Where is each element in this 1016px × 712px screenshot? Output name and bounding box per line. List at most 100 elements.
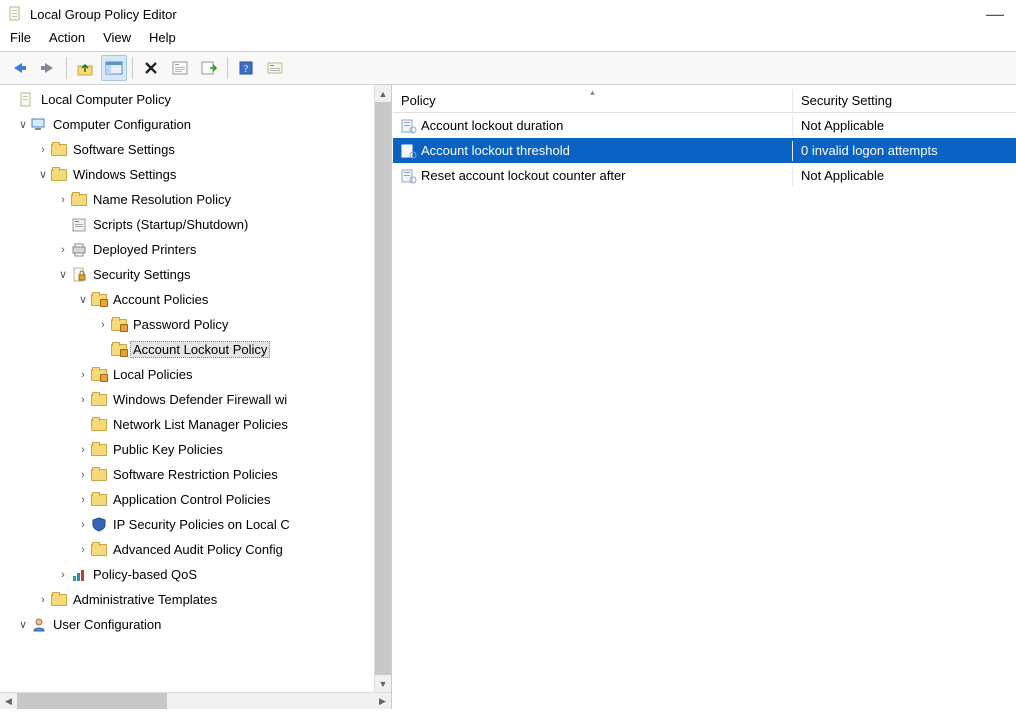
- tree-node-network-list[interactable]: Network List Manager Policies: [0, 412, 374, 437]
- collapse-icon[interactable]: ∨: [36, 168, 50, 181]
- show-hide-tree-button[interactable]: [101, 55, 127, 81]
- computer-icon: [30, 117, 48, 133]
- scroll-track[interactable]: [17, 693, 374, 709]
- tree-node-security-settings[interactable]: ∨Security Settings: [0, 262, 374, 287]
- minimize-button[interactable]: —: [986, 9, 1004, 19]
- menu-action[interactable]: Action: [49, 30, 85, 45]
- scroll-thumb[interactable]: [17, 693, 167, 709]
- tree-label: Name Resolution Policy: [90, 191, 234, 208]
- tree-vertical-scrollbar[interactable]: ▲ ▼: [374, 85, 391, 692]
- back-button[interactable]: [6, 55, 32, 81]
- filter-button[interactable]: [262, 55, 288, 81]
- scroll-down-icon[interactable]: ▼: [375, 675, 391, 692]
- expand-icon[interactable]: ›: [76, 469, 90, 481]
- tree-horizontal-scrollbar[interactable]: ◀ ▶: [0, 692, 391, 709]
- tree-pane: Local Computer Policy ∨ Computer Configu…: [0, 85, 392, 709]
- scroll-thumb[interactable]: [375, 102, 391, 675]
- properties-button[interactable]: [167, 55, 193, 81]
- expand-icon[interactable]: ›: [76, 544, 90, 556]
- menu-view[interactable]: View: [103, 30, 131, 45]
- titlebar: Local Group Policy Editor —: [0, 0, 1016, 28]
- tree-node-software-settings[interactable]: › Software Settings: [0, 137, 374, 162]
- folder-icon: [50, 142, 68, 158]
- list-header: Policy Security Setting: [393, 85, 1016, 113]
- folder-lock-icon: [110, 317, 128, 333]
- folder-icon: [90, 467, 108, 483]
- expand-icon[interactable]: ›: [56, 569, 70, 581]
- tree-node-app-control[interactable]: › Application Control Policies: [0, 487, 374, 512]
- printer-icon: [70, 242, 88, 258]
- tree-node-account-lockout-policy[interactable]: Account Lockout Policy: [0, 337, 374, 362]
- collapse-icon[interactable]: ∨: [56, 268, 70, 281]
- tree-node-windows-firewall[interactable]: › Windows Defender Firewall wi: [0, 387, 374, 412]
- tree-label: Local Policies: [110, 366, 196, 383]
- collapse-icon[interactable]: ∨: [76, 293, 90, 306]
- column-header-setting[interactable]: Security Setting: [793, 89, 1016, 112]
- tree-node-advanced-audit[interactable]: ›Advanced Audit Policy Config: [0, 537, 374, 562]
- scroll-up-icon[interactable]: ▲: [375, 85, 391, 102]
- scroll-left-icon[interactable]: ◀: [0, 693, 17, 709]
- tree-label: Network List Manager Policies: [110, 416, 291, 433]
- collapse-icon[interactable]: ∨: [16, 618, 30, 631]
- policy-tree[interactable]: Local Computer Policy ∨ Computer Configu…: [0, 85, 374, 692]
- folder-icon: [90, 442, 108, 458]
- policy-item-icon: [401, 143, 417, 159]
- shield-icon: [90, 517, 108, 533]
- toolbar-separator: [227, 57, 228, 79]
- tree-node-local-policies[interactable]: › Local Policies: [0, 362, 374, 387]
- tree-node-software-restriction[interactable]: › Software Restriction Policies: [0, 462, 374, 487]
- expand-icon[interactable]: ›: [76, 369, 90, 381]
- expand-icon[interactable]: ›: [56, 244, 70, 256]
- list-pane: Policy Security Setting Account lockout …: [392, 85, 1016, 709]
- policy-setting: Not Applicable: [801, 168, 884, 183]
- list-row[interactable]: Account lockout threshold 0 invalid logo…: [393, 138, 1016, 163]
- tree-node-ip-security[interactable]: ›IP Security Policies on Local C: [0, 512, 374, 537]
- help-button[interactable]: ?: [233, 55, 259, 81]
- tree-label: Application Control Policies: [110, 491, 274, 508]
- list-row[interactable]: Account lockout duration Not Applicable: [393, 113, 1016, 138]
- tree-node-password-policy[interactable]: ›Password Policy: [0, 312, 374, 337]
- tree-node-public-key[interactable]: ›Public Key Policies: [0, 437, 374, 462]
- tree-node-policy-qos[interactable]: ›Policy-based QoS: [0, 562, 374, 587]
- scroll-right-icon[interactable]: ▶: [374, 693, 391, 709]
- column-header-policy[interactable]: Policy: [393, 89, 793, 112]
- menu-help[interactable]: Help: [149, 30, 176, 45]
- tree-label: Administrative Templates: [70, 591, 220, 608]
- expand-icon[interactable]: ›: [76, 519, 90, 531]
- tree-node-deployed-printers[interactable]: ›Deployed Printers: [0, 237, 374, 262]
- tree-node-computer-configuration[interactable]: ∨ Computer Configuration: [0, 112, 374, 137]
- tree-label: Windows Settings: [70, 166, 179, 183]
- tree-label: Windows Defender Firewall wi: [110, 391, 290, 408]
- tree-node-windows-settings[interactable]: ∨ Windows Settings: [0, 162, 374, 187]
- policy-name: Account lockout duration: [421, 118, 563, 133]
- delete-button[interactable]: [138, 55, 164, 81]
- expand-icon[interactable]: ›: [76, 494, 90, 506]
- expand-icon[interactable]: ›: [96, 319, 110, 331]
- tree-node-account-policies[interactable]: ∨Account Policies: [0, 287, 374, 312]
- tree-node-admin-templates[interactable]: › Administrative Templates: [0, 587, 374, 612]
- expand-icon[interactable]: ›: [36, 144, 50, 156]
- expand-icon[interactable]: ›: [76, 394, 90, 406]
- menu-file[interactable]: File: [10, 30, 31, 45]
- column-label: Policy: [401, 93, 436, 108]
- expand-icon[interactable]: ›: [36, 594, 50, 606]
- expand-icon[interactable]: ›: [76, 444, 90, 456]
- policy-item-icon: [401, 118, 417, 134]
- folder-icon: [90, 417, 108, 433]
- tree-label: Software Settings: [70, 141, 178, 158]
- list-row[interactable]: Reset account lockout counter after Not …: [393, 163, 1016, 188]
- tree-node-scripts[interactable]: Scripts (Startup/Shutdown): [0, 212, 374, 237]
- tree-node-root[interactable]: Local Computer Policy: [0, 87, 374, 112]
- tree-label: Computer Configuration: [50, 116, 194, 133]
- up-button[interactable]: [72, 55, 98, 81]
- tree-node-user-configuration[interactable]: ∨ User Configuration: [0, 612, 374, 637]
- expand-icon[interactable]: ›: [56, 194, 70, 206]
- policy-setting: 0 invalid logon attempts: [801, 143, 938, 158]
- forward-button[interactable]: [35, 55, 61, 81]
- menubar: File Action View Help: [0, 28, 1016, 51]
- window-controls: —: [986, 9, 1008, 19]
- tree-node-name-resolution[interactable]: › Name Resolution Policy: [0, 187, 374, 212]
- export-list-button[interactable]: [196, 55, 222, 81]
- collapse-icon[interactable]: ∨: [16, 118, 30, 131]
- tree-label: Software Restriction Policies: [110, 466, 281, 483]
